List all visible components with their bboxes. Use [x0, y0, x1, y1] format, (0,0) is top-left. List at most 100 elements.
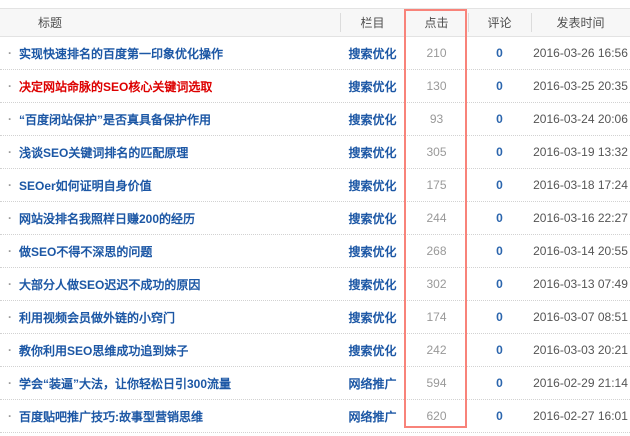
- publish-time: 2016-03-19 13:32: [533, 145, 628, 159]
- clicks-cell: 93: [405, 103, 468, 135]
- click-count: 302: [426, 277, 446, 291]
- bullet-icon: ·: [8, 178, 12, 192]
- category-link[interactable]: 搜索优化: [348, 78, 396, 95]
- clicks-cell: 302: [405, 268, 468, 300]
- clicks-cell: 242: [405, 334, 468, 366]
- comment-count: 0: [496, 46, 503, 60]
- table-row: · 实现快速排名的百度第一印象优化操作 搜索优化 210 0 2016-03-2…: [0, 37, 630, 70]
- publish-time: 2016-03-14 20:55: [533, 244, 628, 258]
- click-count: 268: [426, 244, 446, 258]
- header-time: 发表时间: [531, 9, 630, 36]
- header-title: 标题: [0, 9, 340, 36]
- category-cell: 搜索优化: [340, 70, 405, 102]
- bullet-icon: ·: [8, 310, 12, 324]
- click-count: 305: [426, 145, 446, 159]
- time-cell: 2016-03-07 08:51: [531, 301, 630, 333]
- article-title-link[interactable]: 大部分人做SEO迟迟不成功的原因: [19, 276, 200, 293]
- table-row: · 学会“装逼”大法，让你轻松日引300流量 网络推广 594 0 2016-0…: [0, 367, 630, 400]
- bullet-icon: ·: [8, 343, 12, 357]
- clicks-cell: 210: [405, 37, 468, 69]
- category-link[interactable]: 搜索优化: [348, 144, 396, 161]
- bullet-icon: ·: [8, 112, 12, 126]
- article-title-link[interactable]: “百度闭站保护”是否真具备保护作用: [19, 111, 211, 128]
- click-count: 174: [426, 310, 446, 324]
- comment-count: 0: [496, 178, 503, 192]
- table-header-row: 标题 栏目 点击 评论 发表时间: [0, 8, 630, 37]
- article-title-link[interactable]: 决定网站命脉的SEO核心关键词选取: [19, 78, 212, 95]
- article-title-link[interactable]: 百度贴吧推广技巧:故事型营销思维: [19, 408, 203, 425]
- title-cell: · SEOer如何证明自身价值: [0, 169, 340, 201]
- comment-count: 0: [496, 112, 503, 126]
- publish-time: 2016-03-24 20:06: [533, 112, 628, 126]
- category-link[interactable]: 搜索优化: [348, 111, 396, 128]
- category-cell: 网络推广: [340, 400, 405, 432]
- category-link[interactable]: 网络推广: [348, 375, 396, 392]
- title-cell: · 网站没排名我照样日赚200的经历: [0, 202, 340, 234]
- header-comments: 评论: [468, 9, 531, 36]
- category-cell: 搜索优化: [340, 202, 405, 234]
- time-cell: 2016-03-25 20:35: [531, 70, 630, 102]
- comments-cell: 0: [468, 367, 531, 399]
- table-row: · SEOer如何证明自身价值 搜索优化 175 0 2016-03-18 17…: [0, 169, 630, 202]
- time-cell: 2016-03-03 20:21: [531, 334, 630, 366]
- title-cell: · 百度贴吧推广技巧:故事型营销思维: [0, 400, 340, 432]
- publish-time: 2016-03-16 22:27: [533, 211, 628, 225]
- category-cell: 搜索优化: [340, 136, 405, 168]
- table-row: · 决定网站命脉的SEO核心关键词选取 搜索优化 130 0 2016-03-2…: [0, 70, 630, 103]
- header-time-label: 发表时间: [556, 14, 604, 31]
- table-row: · 利用视频会员做外链的小窍门 搜索优化 174 0 2016-03-07 08…: [0, 301, 630, 334]
- category-link[interactable]: 搜索优化: [348, 342, 396, 359]
- comment-count: 0: [496, 277, 503, 291]
- category-link[interactable]: 搜索优化: [348, 45, 396, 62]
- table-row: · 教你利用SEO思维成功追到妹子 搜索优化 242 0 2016-03-03 …: [0, 334, 630, 367]
- comment-count: 0: [496, 343, 503, 357]
- article-title-link[interactable]: 教你利用SEO思维成功追到妹子: [19, 342, 188, 359]
- publish-time: 2016-03-07 08:51: [533, 310, 628, 324]
- article-title-link[interactable]: 浅谈SEO关键词排名的匹配原理: [19, 144, 188, 161]
- time-cell: 2016-03-24 20:06: [531, 103, 630, 135]
- time-cell: 2016-03-19 13:32: [531, 136, 630, 168]
- comments-cell: 0: [468, 169, 531, 201]
- article-title-link[interactable]: 实现快速排名的百度第一印象优化操作: [19, 45, 223, 62]
- category-link[interactable]: 搜索优化: [348, 276, 396, 293]
- category-link[interactable]: 搜索优化: [348, 243, 396, 260]
- category-link[interactable]: 搜索优化: [348, 309, 396, 326]
- article-title-link[interactable]: 网站没排名我照样日赚200的经历: [19, 210, 195, 227]
- clicks-cell: 268: [405, 235, 468, 267]
- publish-time: 2016-02-27 16:01: [533, 409, 628, 423]
- category-link[interactable]: 搜索优化: [348, 210, 396, 227]
- article-title-link[interactable]: 做SEO不得不深思的问题: [19, 243, 152, 260]
- comments-cell: 0: [468, 37, 531, 69]
- table-row: · 大部分人做SEO迟迟不成功的原因 搜索优化 302 0 2016-03-13…: [0, 268, 630, 301]
- category-cell: 搜索优化: [340, 334, 405, 366]
- title-cell: · 利用视频会员做外链的小窍门: [0, 301, 340, 333]
- article-title-link[interactable]: 学会“装逼”大法，让你轻松日引300流量: [19, 375, 231, 392]
- bullet-icon: ·: [8, 409, 12, 423]
- time-cell: 2016-03-14 20:55: [531, 235, 630, 267]
- comments-cell: 0: [468, 301, 531, 333]
- publish-time: 2016-03-25 20:35: [533, 79, 628, 93]
- comments-cell: 0: [468, 103, 531, 135]
- header-comments-label: 评论: [487, 14, 511, 31]
- table-body: · 实现快速排名的百度第一印象优化操作 搜索优化 210 0 2016-03-2…: [0, 37, 630, 433]
- click-count: 244: [426, 211, 446, 225]
- bullet-icon: ·: [8, 211, 12, 225]
- time-cell: 2016-03-16 22:27: [531, 202, 630, 234]
- category-cell: 搜索优化: [340, 301, 405, 333]
- category-link[interactable]: 搜索优化: [348, 177, 396, 194]
- clicks-cell: 174: [405, 301, 468, 333]
- title-cell: · 大部分人做SEO迟迟不成功的原因: [0, 268, 340, 300]
- click-count: 93: [430, 112, 443, 126]
- article-title-link[interactable]: 利用视频会员做外链的小窍门: [19, 309, 175, 326]
- time-cell: 2016-03-13 07:49: [531, 268, 630, 300]
- time-cell: 2016-02-27 16:01: [531, 400, 630, 432]
- article-title-link[interactable]: SEOer如何证明自身价值: [19, 177, 152, 194]
- category-link[interactable]: 网络推广: [348, 408, 396, 425]
- header-clicks: 点击: [405, 9, 468, 36]
- click-count: 594: [426, 376, 446, 390]
- comment-count: 0: [496, 409, 503, 423]
- article-list-table: 标题 栏目 点击 评论 发表时间 · 实现快速排名的百度第一印象优化操作 搜索优…: [0, 8, 630, 433]
- click-count: 175: [426, 178, 446, 192]
- click-count: 130: [426, 79, 446, 93]
- bullet-icon: ·: [8, 79, 12, 93]
